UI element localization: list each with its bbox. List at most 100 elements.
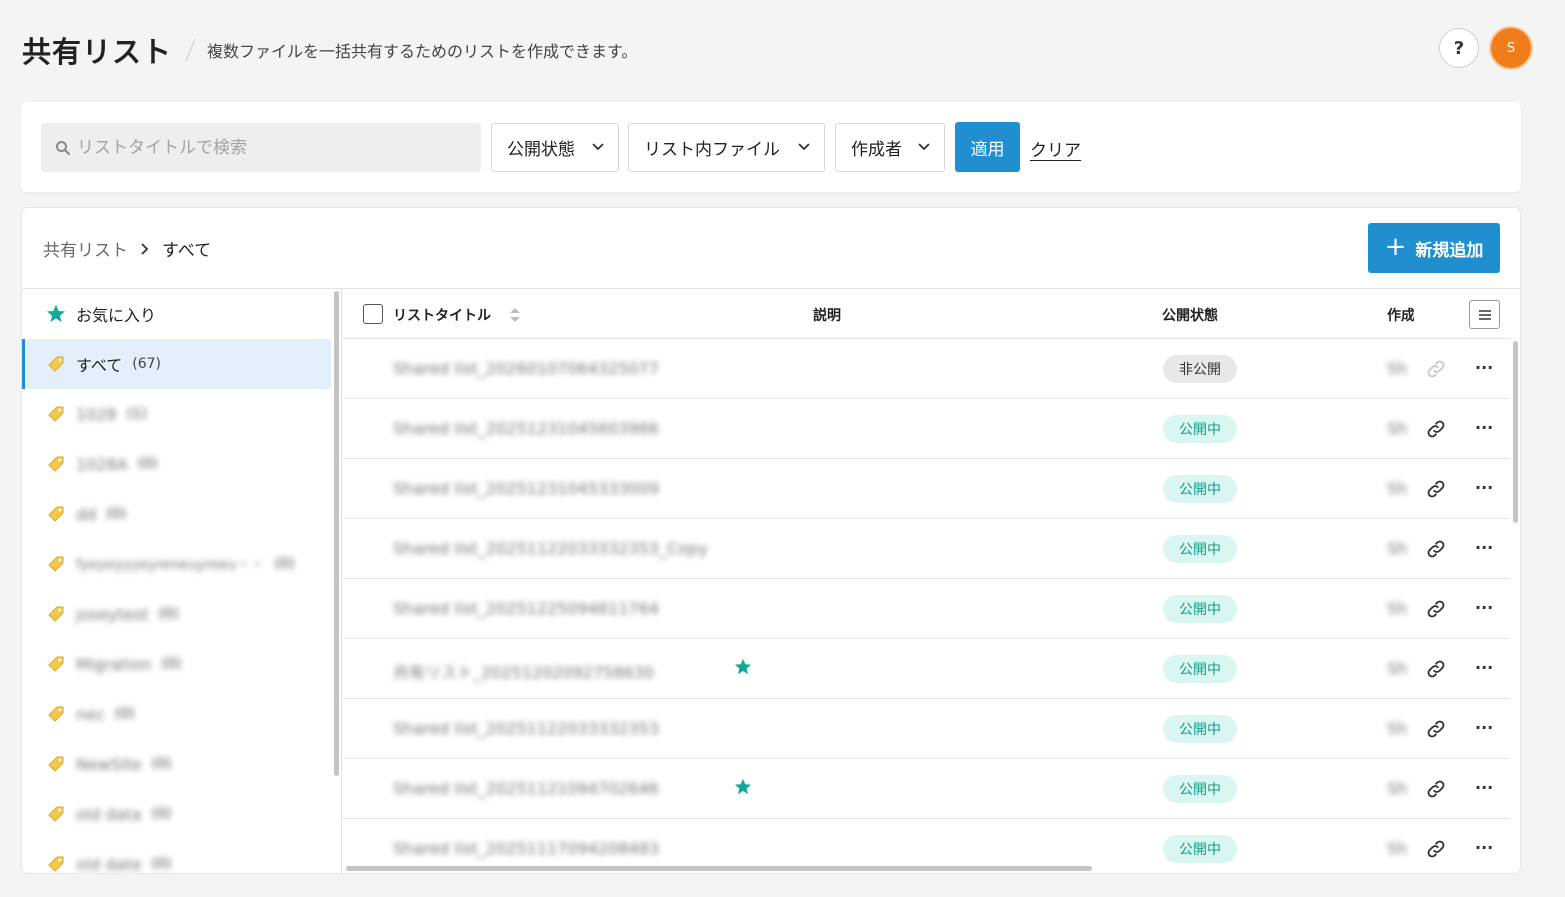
files-filter-dropdown[interactable]: リスト内ファイル (628, 123, 825, 172)
sidebar-item-count: (0) (161, 656, 182, 672)
chevron-right-icon (141, 242, 149, 255)
menu-icon (1478, 309, 1491, 320)
row-title[interactable]: Shared list_20251121094702646 (393, 779, 659, 798)
tag-icon (46, 604, 66, 624)
more-actions-icon[interactable]: ··· (1475, 598, 1493, 617)
search-box[interactable] (41, 123, 481, 172)
creator-filter-dropdown[interactable]: 作成者 (835, 123, 945, 172)
row-title[interactable]: Shared list_20251231045333009 (393, 479, 659, 498)
avatar[interactable]: S (1491, 28, 1531, 68)
table-vertical-scrollbar[interactable] (1513, 341, 1518, 523)
more-actions-icon[interactable]: ··· (1475, 838, 1493, 857)
row-creator: Sh (1387, 479, 1408, 498)
column-settings-button[interactable] (1469, 300, 1500, 329)
sidebar-item-tag[interactable]: dd (0) (22, 489, 331, 539)
table-row[interactable]: Shared list_20251122033332353_Copy 公開中 Sh ·… (342, 519, 1510, 579)
sidebar-item-label: 1028 (76, 404, 117, 424)
row-title[interactable]: Shared list_20251122033332353_Copy (393, 539, 708, 558)
add-new-button[interactable]: + 新規追加 (1368, 223, 1500, 273)
link-icon[interactable] (1425, 658, 1447, 684)
breadcrumb-root[interactable]: 共有リスト (43, 236, 128, 261)
search-icon (56, 140, 71, 155)
link-icon[interactable] (1425, 358, 1447, 384)
link-icon[interactable] (1425, 838, 1447, 864)
search-input[interactable] (77, 137, 457, 158)
files-filter-label: リスト内ファイル (644, 140, 780, 160)
breadcrumb: 共有リスト すべて (43, 236, 211, 261)
row-title[interactable]: Shared list_20251117094208483 (393, 839, 659, 858)
sidebar-item-count: (0) (151, 856, 172, 872)
tag-icon (46, 354, 66, 374)
table-row[interactable]: Shared list_20251122033332353 公開中 Sh ··· (342, 699, 1510, 759)
chevron-down-icon (918, 143, 930, 151)
row-creator: Sh (1387, 779, 1408, 798)
row-title[interactable]: Shared list_20251231045603966 (393, 419, 659, 438)
table-horizontal-scrollbar[interactable] (346, 866, 1092, 871)
sidebar-item-tag[interactable]: 1028A (0) (22, 439, 331, 489)
sidebar-item-tag[interactable]: old data (0) (22, 789, 331, 839)
tag-icon (46, 454, 66, 474)
row-creator: Sh (1387, 719, 1408, 738)
link-icon[interactable] (1425, 778, 1447, 804)
row-title[interactable]: 共有リスト_20251202092758630 (393, 659, 654, 683)
link-icon[interactable] (1425, 718, 1447, 744)
link-icon[interactable] (1425, 478, 1447, 504)
sidebar-item-tag[interactable]: fyeyeyyyeyreneuyreeu・・ (0) (22, 539, 331, 589)
apply-button[interactable]: 適用 (955, 122, 1020, 172)
table-row[interactable]: Shared list_20251121094702646 公開中 Sh ··· (342, 759, 1510, 819)
row-title[interactable]: Shared list_20251225094811764 (393, 599, 659, 618)
tag-icon (46, 504, 66, 524)
sidebar-item-label: dd (76, 504, 97, 524)
more-actions-icon[interactable]: ··· (1475, 778, 1493, 797)
table-row[interactable]: Shared list_20260107064325077 非公開 Sh ··· (342, 339, 1510, 399)
row-title[interactable]: Shared list_20251122033332353 (393, 719, 659, 738)
shared-list-table: リストタイトル 説明 公開状態 作成 Shared list_202601070… (342, 289, 1520, 873)
sidebar-item-tag[interactable]: 1028 (1) (22, 389, 331, 439)
sidebar-item-favorites[interactable]: お気に入り (22, 289, 331, 339)
sidebar-scrollbar[interactable] (334, 291, 339, 776)
sidebar-item-tag[interactable]: joseytest (0) (22, 589, 331, 639)
status-badge: 公開中 (1163, 595, 1237, 623)
select-all-checkbox[interactable] (363, 304, 383, 324)
plus-icon: + (1384, 231, 1407, 262)
table-row[interactable]: Shared list_20251225094811764 公開中 Sh ··· (342, 579, 1510, 639)
sidebar-item-tag[interactable]: old date (0) (22, 839, 331, 873)
favorite-star-icon[interactable] (734, 658, 752, 680)
sidebar-item-tag[interactable]: NewSite (0) (22, 739, 331, 789)
clear-link[interactable]: クリア (1030, 136, 1081, 161)
column-header-description: 説明 (813, 308, 841, 324)
more-actions-icon[interactable]: ··· (1475, 418, 1493, 437)
add-new-label: 新規追加 (1415, 240, 1484, 261)
link-icon[interactable] (1425, 538, 1447, 564)
page-description: 複数ファイルを一括共有するためのリストを作成できます。 (207, 42, 638, 61)
title-separator (185, 38, 196, 62)
more-actions-icon[interactable]: ··· (1475, 658, 1493, 677)
sidebar-item-all[interactable]: すべて (67) (22, 339, 331, 389)
more-actions-icon[interactable]: ··· (1475, 478, 1493, 497)
sidebar-item-label: fyeyeyyyeyreneuyreeu・・ (76, 557, 265, 573)
sort-icon[interactable] (508, 306, 522, 324)
more-actions-icon[interactable]: ··· (1475, 358, 1493, 377)
chevron-down-icon (798, 143, 810, 151)
more-actions-icon[interactable]: ··· (1475, 718, 1493, 737)
sidebar-item-tag[interactable]: nec (0) (22, 689, 331, 739)
more-actions-icon[interactable]: ··· (1475, 538, 1493, 557)
row-creator: Sh (1387, 599, 1408, 618)
table-row[interactable]: 共有リスト_20251202092758630 公開中 Sh ··· (342, 639, 1510, 699)
row-title[interactable]: Shared list_20260107064325077 (393, 359, 659, 378)
status-filter-dropdown[interactable]: 公開状態 (491, 123, 619, 172)
link-icon[interactable] (1425, 598, 1447, 624)
row-creator: Sh (1387, 659, 1408, 678)
table-row[interactable]: Shared list_20251231045333009 公開中 Sh ··· (342, 459, 1510, 519)
link-icon[interactable] (1425, 418, 1447, 444)
favorite-star-icon[interactable] (734, 778, 752, 800)
tag-icon (46, 654, 66, 674)
column-header-title[interactable]: リストタイトル (393, 305, 491, 325)
creator-filter-label: 作成者 (851, 140, 902, 160)
help-button[interactable]: ? (1439, 28, 1479, 68)
status-badge: 公開中 (1163, 535, 1237, 563)
sidebar-item-tag[interactable]: Migration (0) (22, 639, 331, 689)
filter-panel: 公開状態 リスト内ファイル 作成者 適用 クリア (21, 102, 1521, 192)
tag-icon (46, 854, 66, 873)
table-row[interactable]: Shared list_20251231045603966 公開中 Sh ··· (342, 399, 1510, 459)
